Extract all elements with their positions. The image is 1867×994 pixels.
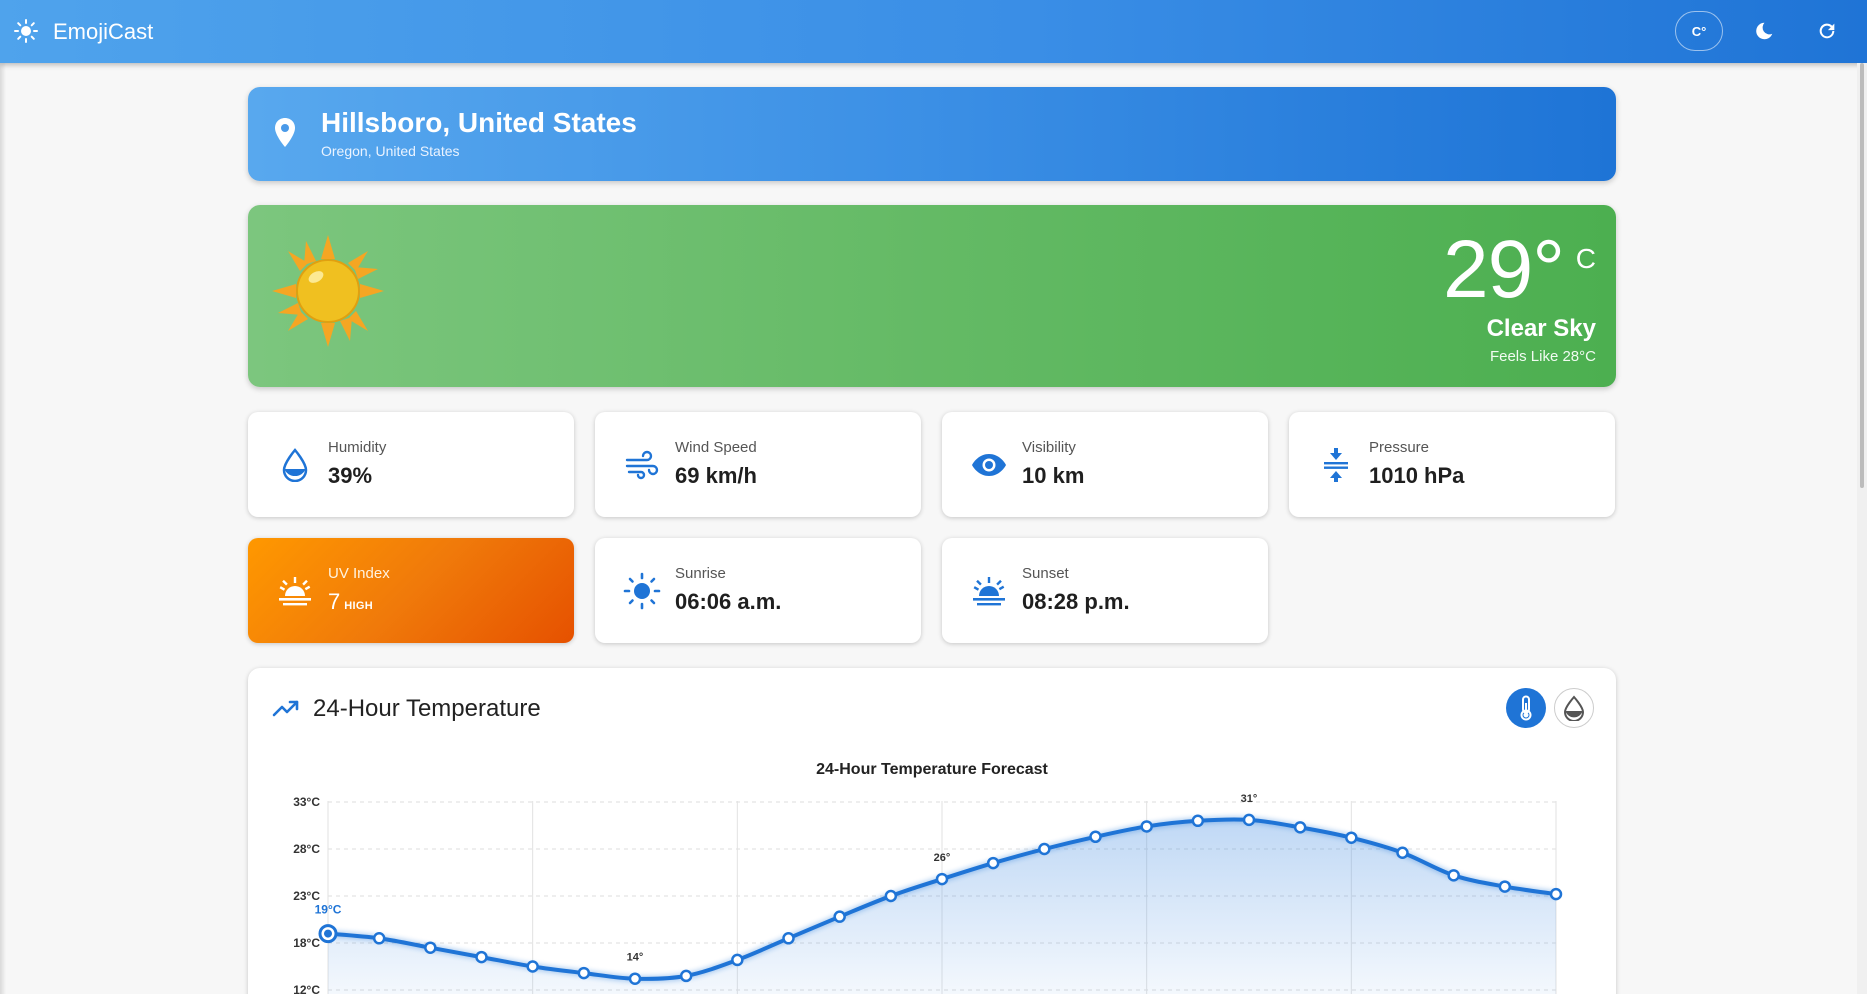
data-label: 26° [934, 852, 951, 864]
data-point [424, 941, 437, 954]
stat-label: Sunrise [675, 565, 726, 582]
data-point [679, 969, 693, 983]
data-point [782, 932, 795, 945]
uv-value: 7 [328, 589, 341, 614]
stat-label: Visibility [1022, 439, 1076, 456]
stat-label: Humidity [328, 439, 387, 456]
data-point [1140, 820, 1153, 833]
data-point [324, 929, 332, 938]
data-point [1549, 887, 1563, 901]
moon-icon [1756, 22, 1773, 40]
unit-toggle-button[interactable]: C° [1675, 11, 1723, 51]
data-point [935, 872, 949, 886]
y-tick-label: 23°C [293, 889, 320, 903]
uv-level: HIGH [344, 600, 373, 612]
water-drop-icon [276, 446, 314, 484]
data-point [731, 953, 744, 967]
current-temperature: 29° [1442, 224, 1565, 315]
y-tick-label: 12°C [293, 983, 320, 994]
visibility-card: Visibility 10 km [942, 412, 1268, 517]
data-point [1242, 813, 1256, 827]
data-label: 14° [627, 952, 644, 964]
location-city: Hillsboro, United States [321, 107, 637, 138]
refresh-icon [1819, 23, 1835, 39]
data-label: 31° [1241, 793, 1258, 805]
app-bar: EmojiCast C° [0, 0, 1867, 63]
sunrise-icon [276, 572, 314, 610]
temperature-chart-card: 24-Hour Temperature 24-Hour Temperature … [248, 668, 1616, 994]
sunset-icon [970, 572, 1008, 610]
wind-icon [623, 446, 661, 484]
location-card: Hillsboro, United States Oregon, United … [248, 87, 1616, 181]
stat-value: 69 km/h [675, 463, 757, 488]
eye-icon [970, 446, 1008, 484]
data-point [1345, 831, 1358, 844]
data-point [628, 972, 642, 985]
theme-toggle-button[interactable] [1750, 17, 1778, 45]
data-point [884, 889, 898, 903]
scrollbar[interactable] [1857, 63, 1867, 994]
data-point [475, 950, 488, 964]
app-title: EmojiCast [53, 19, 154, 44]
temperature-line-chart: 24-Hour Temperature Forecast 33°C 28°C 23°… [293, 761, 1563, 994]
data-point [1447, 869, 1460, 882]
sun-icon [623, 572, 661, 610]
data-point [1191, 814, 1205, 828]
data-point [1038, 842, 1051, 856]
data-point [833, 910, 846, 923]
stat-label: Pressure [1369, 439, 1430, 456]
stat-value: 39% [328, 463, 373, 488]
stat-label: Sunset [1022, 565, 1069, 582]
location-pin-icon [275, 118, 295, 147]
stat-label: Wind Speed [675, 439, 757, 456]
chart-title: 24-Hour Temperature Forecast [816, 761, 1048, 778]
location-region: Oregon, United States [321, 143, 460, 159]
data-point [1396, 846, 1409, 860]
stat-value: 10 km [1022, 463, 1085, 488]
y-tick-label: 18°C [293, 936, 320, 950]
uv-index-card: UV Index 7 HIGH [248, 538, 574, 643]
stat-value: 06:06 a.m. [675, 589, 782, 614]
humidity-card: Humidity 39% [248, 412, 574, 517]
stat-value: 7 HIGH [328, 589, 373, 615]
page-shadow [0, 63, 6, 994]
sun-emoji-icon [272, 235, 384, 347]
stat-value: 08:28 p.m. [1022, 589, 1130, 614]
stat-label: UV Index [328, 565, 390, 582]
wind-speed-card: Wind Speed 69 km/h [595, 412, 921, 517]
feels-like: Feels Like 28°C [1489, 348, 1596, 365]
stat-value: 1010 hPa [1369, 463, 1465, 488]
data-point [1089, 830, 1102, 844]
y-tick-label: 33°C [293, 795, 320, 809]
data-point [1293, 821, 1307, 834]
sun-icon [14, 19, 38, 43]
weather-condition: Clear Sky [1486, 315, 1596, 342]
pressure-card: Pressure 1010 hPa [1289, 412, 1615, 517]
data-point [372, 932, 386, 945]
refresh-button[interactable] [1813, 17, 1841, 45]
data-point [986, 856, 1000, 870]
current-weather-card: 29° C Clear Sky Feels Like 28°C [248, 205, 1616, 387]
data-point [1498, 880, 1512, 893]
sunrise-card: Sunrise 06:06 a.m. [595, 538, 921, 643]
scrollbar-thumb[interactable] [1860, 63, 1864, 488]
data-point [577, 966, 591, 980]
compress-icon [1317, 446, 1355, 484]
data-label: 19°C [315, 903, 342, 917]
sunset-card: Sunset 08:28 p.m. [942, 538, 1268, 643]
temperature-unit: C [1575, 243, 1596, 274]
data-point [526, 960, 539, 973]
y-tick-label: 28°C [293, 842, 320, 856]
